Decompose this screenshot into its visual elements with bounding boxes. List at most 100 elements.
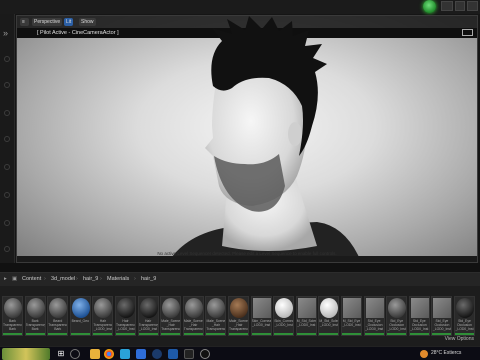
asset-tile[interactable]: Male_Scene _Hair Transparency [228, 296, 249, 336]
asset-tile[interactable]: M_Std_Eye _LOD0_Inst [341, 296, 362, 336]
search-icon[interactable] [70, 349, 80, 359]
asset-tile[interactable]: Male_Scene _Hair Transparency [205, 296, 227, 336]
asset-label: Std_Eye _Occlusion _LOD0_Inst [365, 319, 384, 331]
asset-tile[interactable]: Beard_Geo [69, 296, 91, 336]
weather-icon[interactable] [420, 350, 428, 358]
play-icon[interactable] [423, 0, 436, 13]
material-thumbnail [252, 298, 271, 318]
asset-label: Std_Eye Occlusion _LOD0_Inst [432, 319, 451, 331]
circle-icon[interactable] [4, 110, 10, 116]
circle-icon[interactable] [4, 82, 10, 88]
asset-label: M_Std_Sclera _LOD0_Inst [296, 319, 316, 327]
material-thumbnail [117, 298, 135, 318]
taskbar: ⊞ 28°C Estiercs [0, 346, 480, 360]
breadcrumb-hair-9-sub[interactable]: hair_9 [141, 273, 156, 286]
material-thumbnail [71, 298, 90, 318]
asset-label: Male_Scene _Hair Transparency [183, 319, 203, 331]
content-browser: ▸ ▣ Content › 3d_model › hair_9 › Materi… [0, 272, 480, 346]
asset-tile[interactable]: Skin_Cornea _LOD0_Inst [250, 296, 272, 336]
asset-label: Hair Transparency _LOD0_Inst [116, 319, 135, 331]
material-thumbnail [365, 298, 384, 318]
asset-tile[interactable]: Bark Transparency Bark [24, 296, 46, 336]
chevron-right-icon: › [134, 276, 136, 282]
content-browser-footer: View Options [0, 335, 480, 345]
material-thumbnail [184, 298, 203, 318]
asset-tile[interactable]: Hair Transparency _LOD0_Inst [137, 296, 159, 336]
asset-label: M_Std_Sclera _LOD0_Inst [319, 319, 338, 327]
breadcrumb-materials[interactable]: Materials [107, 273, 129, 286]
asset-label: Male_Scene _Hair Transparency [161, 319, 181, 331]
photoshop-icon[interactable] [168, 349, 178, 359]
asset-tile[interactable]: Hair Transparency _LOD0_Inst [115, 296, 136, 336]
windows-start-icon[interactable]: ⊞ [56, 349, 66, 359]
material-thumbnail [207, 298, 226, 318]
left-panel-strip: » [0, 14, 15, 274]
circle-icon[interactable] [4, 220, 10, 226]
asset-label: Hair Transparency _LOD0_Inst [138, 319, 158, 331]
chevron-right-icon: › [44, 276, 46, 282]
chevron-right-icon[interactable]: » [3, 28, 8, 38]
character-head-render [168, 16, 362, 262]
breadcrumb-content[interactable]: Content [22, 273, 41, 286]
asset-label: Bark Transparency Bark [25, 319, 45, 331]
asset-tile[interactable]: Bark Transparency Bark [2, 296, 23, 336]
view-options-button[interactable]: View Options [445, 336, 474, 342]
window-button-1[interactable] [441, 1, 453, 11]
horizontal-scrollbar[interactable] [0, 263, 480, 272]
asset-tile[interactable]: Std_Eye _Occlusion _LOD0_Inst [363, 296, 385, 336]
asset-tile[interactable]: Std_Eye Occlusion _LOD0_Inst [408, 296, 430, 336]
material-thumbnail [162, 298, 181, 318]
asset-label: Skin_Cornea _LOD0_Inst [251, 319, 271, 327]
material-thumbnail [94, 298, 113, 318]
app-icon[interactable] [184, 349, 194, 359]
breadcrumb-hair-9[interactable]: hair_9 [83, 273, 98, 286]
asset-tile[interactable]: Hair Transparency _LOD0_Inst [92, 296, 114, 336]
app-icon[interactable] [152, 349, 162, 359]
material-thumbnail [275, 298, 294, 318]
asset-label: Hair Transparency _LOD0_Inst [93, 319, 113, 331]
material-thumbnail [139, 298, 158, 318]
breadcrumb: ▸ ▣ Content › 3d_model › hair_9 › Materi… [0, 273, 480, 286]
asset-tile[interactable]: Male_Scene _Hair Transparency [160, 296, 182, 336]
level-viewport[interactable]: ≡ Perspective Lit Show [ Pilot Active - … [16, 15, 478, 263]
wallpaper-thumbnail [2, 348, 50, 360]
material-thumbnail [388, 298, 407, 318]
material-thumbnail [456, 298, 474, 318]
asset-label: Std_Eye Occlusion _LOD0_Inst [455, 319, 474, 331]
asset-tile[interactable]: Beard Transparency Bark [47, 296, 69, 336]
file-explorer-icon[interactable] [90, 349, 100, 359]
circle-icon[interactable] [4, 136, 10, 142]
breadcrumb-3d-model[interactable]: 3d_model [51, 273, 75, 286]
asset-label: Std_Eye Occlusion _LOD0_Inst [410, 319, 429, 331]
material-thumbnail [26, 298, 45, 318]
weather-text[interactable]: 28°C Estiercs [431, 350, 461, 356]
window-button-3[interactable] [467, 1, 478, 11]
app-icon[interactable] [136, 349, 146, 359]
asset-tile[interactable]: Skin_Cornea _LOD0_Inst [273, 296, 295, 336]
app-icon[interactable] [120, 349, 130, 359]
asset-tile[interactable]: M_Std_Sclera _LOD0_Inst [318, 296, 340, 336]
asset-label: Bark Transparency Bark [3, 319, 22, 331]
material-thumbnail [4, 298, 22, 318]
circle-icon[interactable] [4, 246, 10, 252]
folder-icon[interactable]: ▸ [4, 273, 7, 286]
folder-icon[interactable]: ▣ [12, 273, 17, 286]
material-thumbnail [410, 298, 429, 318]
asset-tile[interactable]: M_Std_Sclera _LOD0_Inst [295, 296, 317, 336]
circle-icon[interactable] [4, 192, 10, 198]
asset-label: Beard Transparency Bark [48, 319, 68, 331]
ear [288, 122, 302, 146]
asset-label: Beard_Geo [71, 319, 89, 323]
asset-label: Male_Scene _Hair Transparency [206, 319, 226, 331]
asset-tile[interactable]: Std_Eye Occlusion _LOD0_Inst [431, 296, 453, 336]
circle-icon[interactable] [4, 164, 10, 170]
unreal-engine-icon[interactable] [200, 349, 210, 359]
asset-label: Male_Scene _Hair Transparency [229, 319, 248, 331]
asset-tile[interactable]: Std_Eye Occlusion _LOD0_Inst [386, 296, 408, 336]
window-button-2[interactable] [455, 1, 465, 11]
chrome-icon[interactable] [104, 349, 114, 359]
material-thumbnail [230, 298, 248, 318]
asset-tile[interactable]: Male_Scene _Hair Transparency [182, 296, 204, 336]
asset-tile[interactable]: Std_Eye Occlusion _LOD0_Inst [454, 296, 475, 336]
circle-icon[interactable] [4, 56, 10, 62]
